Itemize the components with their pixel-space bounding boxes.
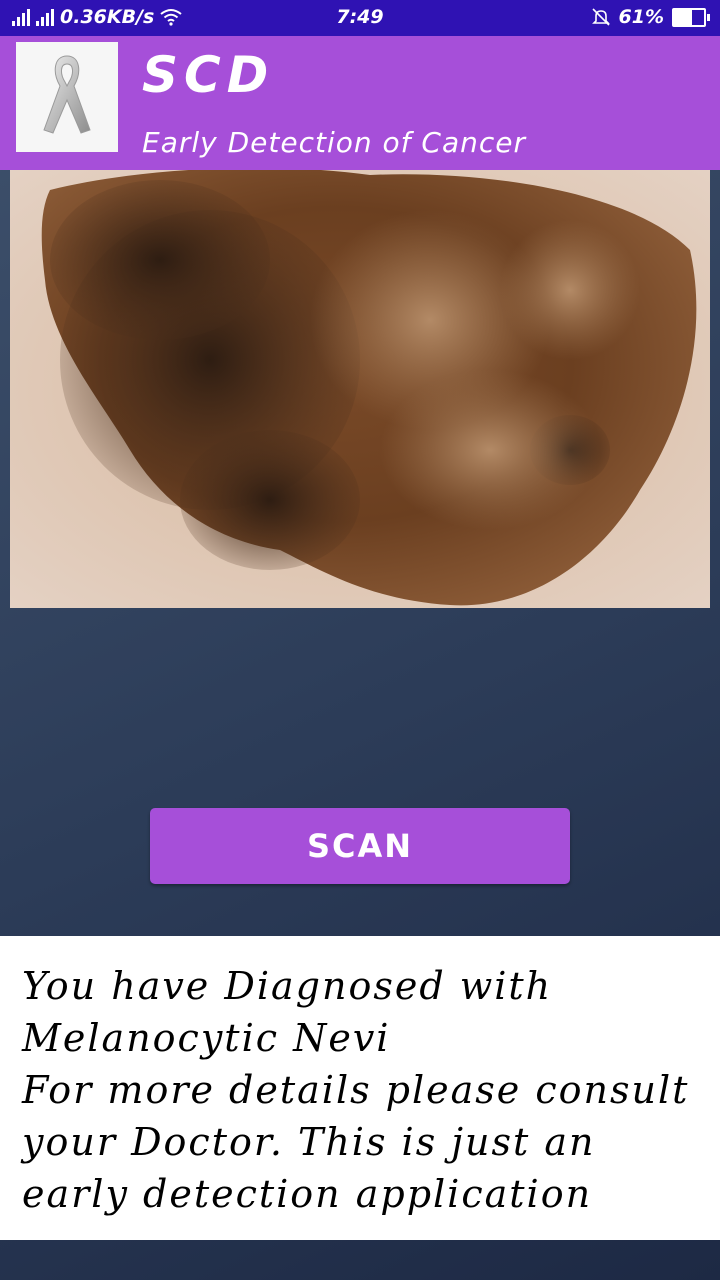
battery-fill	[674, 9, 693, 25]
diagnosis-text: You have Diagnosed with Melanocytic Nevi…	[22, 964, 690, 1216]
skin-lesion-image	[10, 170, 710, 608]
battery-icon	[672, 7, 710, 27]
app-bar: SCD Early Detection of Cancer	[0, 36, 720, 170]
status-right: 61%	[591, 6, 710, 28]
awareness-ribbon-icon	[16, 42, 118, 152]
mute-bell-icon	[591, 8, 610, 26]
battery-percent: 61%	[618, 6, 664, 28]
result-panel: You have Diagnosed with Melanocytic Nevi…	[0, 936, 720, 1240]
app-title: SCD	[142, 46, 275, 104]
status-bar: 0.36KB/s 7:49 61%	[0, 0, 720, 36]
app-subtitle: Early Detection of Cancer	[142, 126, 527, 159]
scan-button[interactable]: SCAN	[150, 808, 570, 884]
